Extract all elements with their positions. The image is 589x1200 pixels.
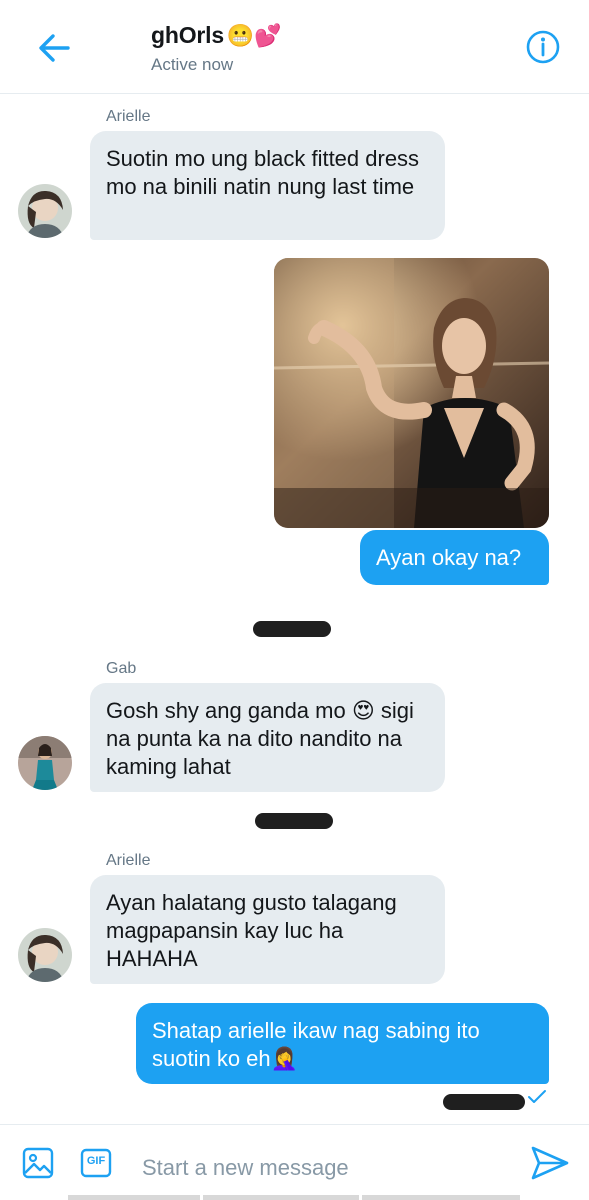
send-icon[interactable]	[530, 1145, 570, 1181]
info-icon[interactable]	[524, 28, 562, 66]
message-bubble-incoming[interactable]: Suotin mo ung black fitted dress mo na b…	[90, 131, 445, 240]
image-icon[interactable]	[22, 1147, 54, 1179]
message-bubble-outgoing[interactable]: Ayan okay na?	[360, 530, 549, 585]
bottom-bar-segment	[68, 1195, 200, 1200]
message-bubble-incoming[interactable]: Ayan halatang gusto talagang magpapansin…	[90, 875, 445, 984]
bottom-bar-segment	[362, 1195, 520, 1200]
composer-bar: GIF	[0, 1124, 589, 1200]
title-emojis: 😬💕	[226, 22, 282, 48]
gif-label: GIF	[86, 1155, 106, 1167]
read-check-icon	[527, 1089, 547, 1105]
sender-name: Gab	[106, 660, 137, 677]
bottom-bar-segment	[203, 1195, 359, 1200]
sender-name: Arielle	[106, 852, 151, 869]
avatar[interactable]	[18, 736, 72, 790]
conversation-title-block[interactable]: ghOrls 😬💕 Active now	[151, 22, 282, 75]
sender-name: Arielle	[106, 108, 151, 125]
conversation-title: ghOrls	[151, 22, 224, 48]
gif-icon[interactable]: GIF	[80, 1148, 112, 1178]
redacted-timestamp	[255, 813, 333, 829]
conversation-header: ghOrls 😬💕 Active now	[0, 0, 589, 94]
message-image[interactable]	[274, 258, 549, 528]
avatar[interactable]	[18, 184, 72, 238]
back-arrow-icon[interactable]	[34, 28, 74, 68]
message-bubble-outgoing[interactable]: Shatap arielle ikaw nag sabing ito suoti…	[136, 1003, 549, 1084]
avatar[interactable]	[18, 928, 72, 982]
message-input[interactable]	[142, 1153, 502, 1183]
redacted-timestamp	[253, 621, 331, 637]
message-bubble-incoming[interactable]: Gosh shy ang ganda mo 😍 sigi na punta ka…	[90, 683, 445, 792]
active-status: Active now	[151, 55, 234, 74]
redacted-timestamp	[443, 1094, 525, 1110]
